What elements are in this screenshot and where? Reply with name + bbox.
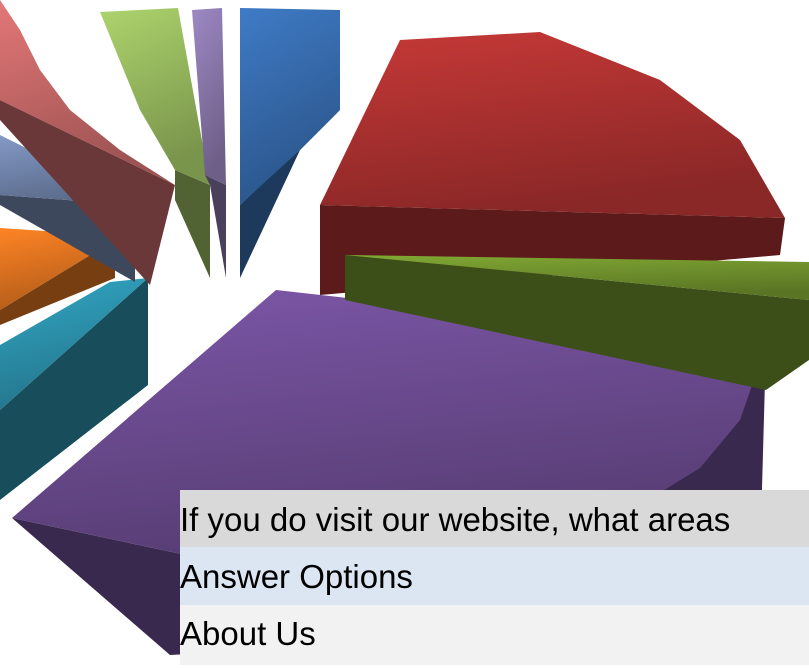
question-text: If you do visit our website, what areas	[180, 490, 809, 547]
pie-slice-9	[320, 32, 785, 295]
pie-slice-top	[240, 8, 340, 205]
survey-table: If you do visit our website, what areas …	[180, 490, 809, 665]
answer-options-header: Answer Options	[180, 547, 809, 605]
pie-slice-top	[320, 32, 785, 218]
pie-slice-side	[175, 170, 210, 278]
answer-option-row: About Us	[180, 605, 809, 665]
